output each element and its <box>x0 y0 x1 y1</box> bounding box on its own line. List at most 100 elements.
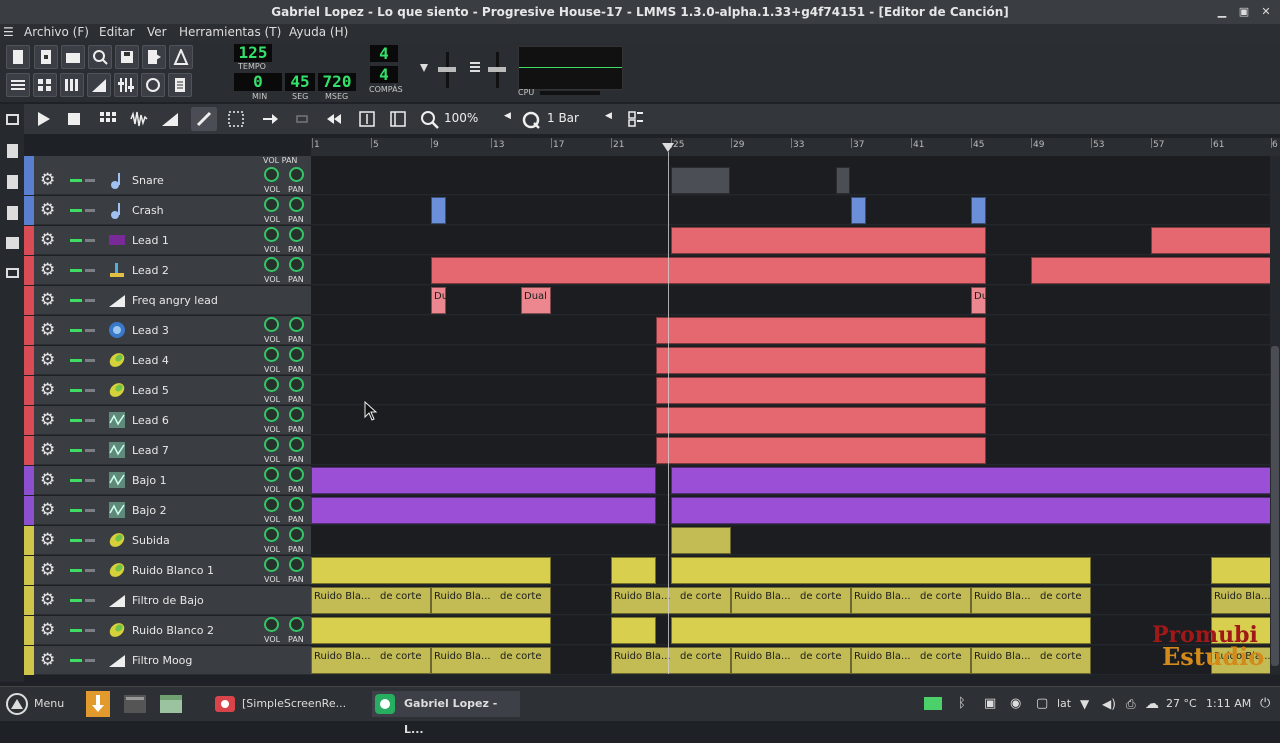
insert-bar-button[interactable] <box>354 107 380 131</box>
beat-editor-button[interactable] <box>33 73 57 97</box>
solo-toggle[interactable] <box>85 569 95 572</box>
gear-icon[interactable]: ⚙ <box>40 501 55 519</box>
clip[interactable] <box>851 197 866 224</box>
gear-icon[interactable]: ⚙ <box>40 171 55 189</box>
open-project-button[interactable] <box>61 45 85 69</box>
track-header-crash[interactable]: ⚙ Crash VOL PAN <box>24 196 311 225</box>
pan-knob[interactable] <box>289 437 304 452</box>
automation-clip[interactable]: Ruido Bla... de corte <box>971 647 1091 674</box>
printer-icon[interactable]: ⎙ <box>1126 691 1136 717</box>
track-header-subida[interactable]: ⚙ Subida VOL PAN <box>24 526 311 555</box>
solo-toggle[interactable] <box>85 359 95 362</box>
close-window-button[interactable]: ✕ <box>1258 4 1274 20</box>
downloads-icon[interactable] <box>86 691 110 717</box>
track-header-freq-angry-lead[interactable]: ⚙ Freq angry lead <box>24 286 311 315</box>
projects-icon[interactable] <box>7 144 18 158</box>
clip[interactable] <box>311 467 656 494</box>
play-button[interactable] <box>30 107 56 131</box>
clip[interactable] <box>671 527 731 554</box>
solo-toggle[interactable] <box>85 299 95 302</box>
mute-toggle[interactable] <box>70 209 82 212</box>
track-lane[interactable] <box>311 496 1280 525</box>
stop-button[interactable] <box>61 107 87 131</box>
clip[interactable] <box>971 197 986 224</box>
screenshot-icon[interactable]: ▢ <box>1036 691 1048 717</box>
mute-toggle[interactable] <box>70 359 82 362</box>
minimize-button[interactable]: ▁ <box>1214 4 1230 20</box>
track-lane[interactable] <box>311 316 1280 345</box>
clip[interactable] <box>311 497 656 524</box>
track-header-bajo-1[interactable]: ⚙ Bajo 1 VOL PAN <box>24 466 311 495</box>
volume-knob[interactable] <box>264 197 279 212</box>
weather-icon[interactable]: ☁ <box>1145 691 1159 717</box>
solo-toggle[interactable] <box>85 659 95 662</box>
solo-toggle[interactable] <box>85 449 95 452</box>
bluetooth-icon[interactable]: ᛒ <box>958 691 966 717</box>
song-editor-button[interactable] <box>6 73 30 97</box>
track-color-bar[interactable] <box>24 616 34 645</box>
solo-toggle[interactable] <box>85 179 95 182</box>
steam-icon[interactable]: ◉ <box>1010 691 1021 717</box>
track-lane[interactable] <box>311 616 1280 645</box>
clip[interactable] <box>671 557 1091 584</box>
home-folder-icon[interactable] <box>6 237 19 249</box>
automation-clip[interactable]: Ruido Bla... de corte <box>731 647 851 674</box>
track-lane[interactable] <box>311 166 1280 195</box>
track-header-lead-2[interactable]: ⚙ Lead 2 VOL PAN <box>24 256 311 285</box>
automation-clip[interactable]: Ruido Bla... de corte <box>311 587 431 614</box>
computer-icon[interactable] <box>6 268 19 278</box>
clip[interactable] <box>431 257 986 284</box>
gear-icon[interactable]: ⚙ <box>40 381 55 399</box>
solo-toggle[interactable] <box>85 239 95 242</box>
clip[interactable] <box>656 347 986 374</box>
mute-toggle[interactable] <box>70 569 82 572</box>
network-icon[interactable]: ▼ <box>1080 691 1089 717</box>
solo-toggle[interactable] <box>85 329 95 332</box>
solo-toggle[interactable] <box>85 209 95 212</box>
track-lane[interactable] <box>311 526 1280 555</box>
draw-mode-button[interactable] <box>191 107 217 131</box>
gear-icon[interactable]: ⚙ <box>40 321 55 339</box>
add-automation-track-button[interactable] <box>157 107 183 131</box>
app-menu-icon[interactable]: ☰ <box>3 25 14 39</box>
mute-toggle[interactable] <box>70 539 82 542</box>
add-beat-track-button[interactable] <box>95 107 121 131</box>
track-header-ruido-blanco-1[interactable]: ⚙ Ruido Blanco 1 VOL PAN <box>24 556 311 585</box>
track-color-bar[interactable] <box>24 526 34 555</box>
track-header-snare[interactable]: ⚙ Snare VOL PAN <box>24 166 311 195</box>
add-sample-track-button[interactable] <box>126 107 152 131</box>
new-project-button[interactable] <box>6 45 30 69</box>
clip[interactable] <box>611 557 656 584</box>
track-lane[interactable] <box>311 256 1280 285</box>
start-menu-button[interactable]: Menu <box>4 691 68 717</box>
track-header-lead-5[interactable]: ⚙ Lead 5 VOL PAN <box>24 376 311 405</box>
track-lane[interactable] <box>311 466 1280 495</box>
gear-icon[interactable]: ⚙ <box>40 441 55 459</box>
stop-behaviour-button[interactable] <box>321 107 347 131</box>
track-color-bar[interactable] <box>24 196 34 225</box>
automation-clip[interactable]: Du <box>431 287 448 314</box>
metronome-button[interactable] <box>169 45 193 69</box>
clip[interactable] <box>1031 257 1280 284</box>
solo-toggle[interactable] <box>85 599 95 602</box>
clip[interactable] <box>671 227 986 254</box>
automation-clip[interactable]: Ruido Bla... de corte <box>851 647 971 674</box>
clip[interactable] <box>656 437 986 464</box>
gear-icon[interactable]: ⚙ <box>40 561 55 579</box>
master-pitch-slider[interactable] <box>468 50 508 90</box>
track-header-lead-7[interactable]: ⚙ Lead 7 VOL PAN <box>24 436 311 465</box>
pan-knob[interactable] <box>289 557 304 572</box>
task-lmms[interactable]: Gabriel Lopez - L... <box>372 691 520 736</box>
automation-clip[interactable]: Ruido Bla... de corte <box>971 587 1091 614</box>
track-color-bar[interactable] <box>24 166 34 195</box>
volume-knob[interactable] <box>264 437 279 452</box>
recent-projects-button[interactable] <box>88 45 112 69</box>
automation-clip[interactable]: Ruido Bla... de corte <box>731 587 851 614</box>
solo-toggle[interactable] <box>85 419 95 422</box>
automation-clip[interactable]: Ruido Bla... de corte <box>851 587 971 614</box>
time-sig-numerator[interactable]: 4 <box>370 45 398 63</box>
pan-knob[interactable] <box>289 377 304 392</box>
clip[interactable] <box>656 407 986 434</box>
volume-knob[interactable] <box>264 347 279 362</box>
automation-clip[interactable]: Dual <box>521 287 551 314</box>
